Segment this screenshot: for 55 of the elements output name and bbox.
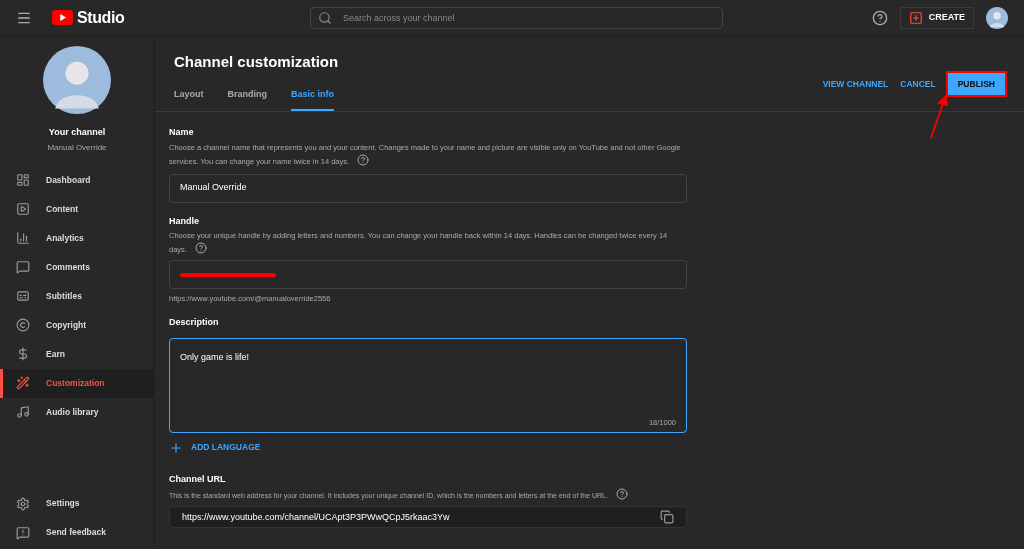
action-button[interactable]: VIEW CHANNEL [822,73,889,95]
sidebar-item[interactable]: Copyright [0,310,154,340]
help-icon[interactable] [615,488,628,501]
description-text: Only game is life! [180,350,251,364]
sidebar-item[interactable]: Comments [0,252,154,282]
avatar [43,46,111,114]
add-language-button[interactable]: ADD LANGUAGE [169,440,261,455]
feedback-icon [16,525,30,540]
action-button[interactable]: CANCEL [900,73,936,95]
copyright-icon [16,318,30,332]
sidebar-item[interactable]: Customization [0,368,154,398]
help-icon[interactable] [194,242,207,254]
sidebar-item[interactable]: Earn [0,339,154,369]
field-label: Description [169,316,220,330]
add-video-icon [908,10,923,25]
tab[interactable]: Branding [227,87,267,111]
field-label: Handle [169,214,200,228]
channel-title: Your channel [48,126,106,139]
channel-url: https://www.youtube.com/channel/UCApt3P3PWwQCpJ5rkaac3Yw [182,510,450,524]
field-label: Name [169,126,195,139]
settings-icon [16,496,30,511]
magic-wand-icon [16,376,30,390]
help-icon[interactable] [871,9,888,26]
copy-icon[interactable] [660,510,674,525]
logo-icon[interactable] [52,10,73,25]
sidebar-item[interactable]: Analytics [0,223,154,253]
search-icon [318,10,332,25]
sidebar-item[interactable]: Send feedback [0,518,154,547]
tab[interactable]: Basic info [291,87,335,111]
tab[interactable]: Layout [174,87,204,111]
dollar-icon [16,347,30,361]
help-icon[interactable] [357,153,370,166]
name-field[interactable]: Manual Override [169,173,687,203]
music-note-icon [16,405,30,419]
sidebar-item[interactable]: Audio library [0,397,154,427]
logo-text: Studio [77,7,125,28]
sidebar-item[interactable]: Settings [0,489,154,518]
handle-field[interactable] [169,260,687,289]
avatar [986,6,1008,29]
play-square-icon [16,202,30,216]
search-field[interactable]: Search across your channel [310,6,723,29]
action-button[interactable]: PUBLISH [947,73,1005,95]
comment-icon [16,260,30,274]
subtitles-icon [16,289,30,303]
create-button[interactable]: CREATE [899,6,974,29]
dashboard-icon [16,173,30,187]
annotation-arrow [930,95,950,139]
plus-icon [169,440,183,455]
sidebar-item[interactable]: Dashboard [0,165,154,195]
field-label: Channel URL [169,472,227,486]
channel-name: Manual Override [47,141,107,154]
sidebar-item[interactable]: Content [0,194,154,224]
bar-chart-icon [16,231,30,245]
page-title: Channel customization [174,52,339,72]
sidebar-item[interactable]: Subtitles [0,281,154,311]
